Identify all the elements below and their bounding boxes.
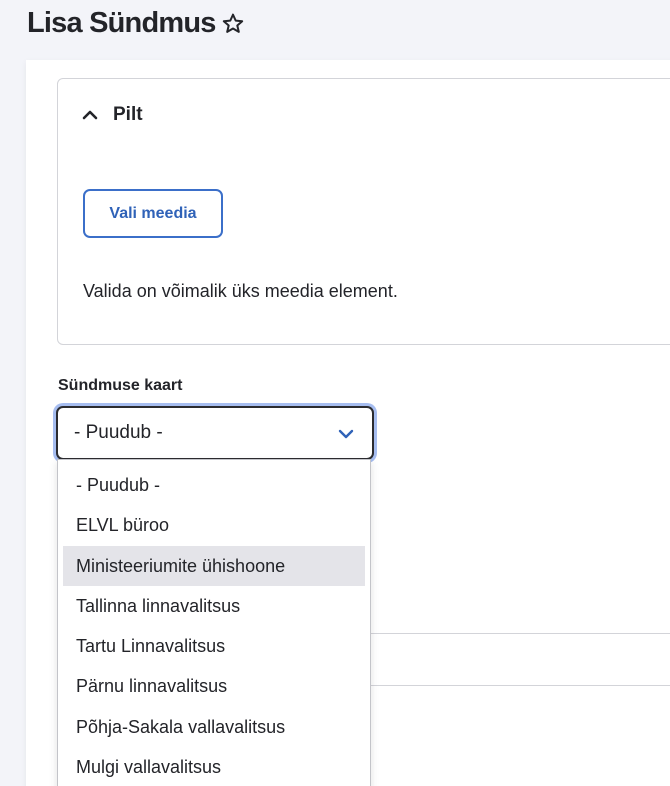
chevron-up-icon xyxy=(82,110,98,120)
divider xyxy=(370,633,670,634)
event-map-label: Sündmuse kaart xyxy=(58,377,183,394)
dropdown-option[interactable]: Tallinna linnavalitsus xyxy=(63,586,365,626)
dropdown-option[interactable]: Põhja-Sakala vallavalitsus xyxy=(63,707,365,747)
dropdown-option[interactable]: Mulgi vallavalitsus xyxy=(63,747,365,786)
star-icon[interactable] xyxy=(221,12,245,36)
media-details-title: Pilt xyxy=(113,104,143,125)
page-title: Lisa Sündmus xyxy=(27,7,216,39)
select-value: - Puudub - xyxy=(74,422,163,443)
chevron-down-icon xyxy=(338,429,354,439)
divider xyxy=(370,685,670,686)
event-map-dropdown: - Puudub - ELVL büroo Ministeeriumite üh… xyxy=(57,459,371,786)
event-map-select[interactable]: - Puudub - xyxy=(56,406,374,460)
page-header: Lisa Sündmus xyxy=(0,0,670,58)
dropdown-option[interactable]: - Puudub - xyxy=(63,465,365,505)
select-media-button[interactable]: Vali meedia xyxy=(83,189,223,238)
dropdown-option[interactable]: Ministeeriumite ühishoone xyxy=(63,545,365,586)
media-description: Valida on võimalik üks meedia element. xyxy=(83,281,398,301)
dropdown-option[interactable]: ELVL büroo xyxy=(63,505,365,545)
dropdown-option[interactable]: Pärnu linnavalitsus xyxy=(63,666,365,706)
media-details-toggle[interactable]: Pilt xyxy=(80,100,143,130)
dropdown-option[interactable]: Tartu Linnavalitsus xyxy=(63,626,365,666)
